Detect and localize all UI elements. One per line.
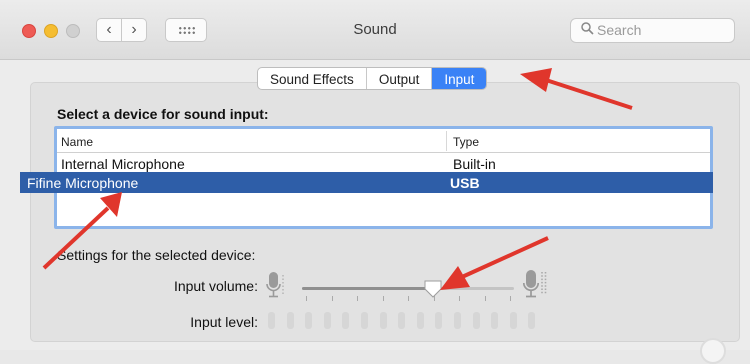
level-segment: [509, 312, 517, 329]
level-segment: [416, 312, 424, 329]
slider-tick: [510, 296, 511, 301]
level-segment: [528, 312, 536, 329]
search-icon: [581, 22, 594, 38]
slider-tick: [459, 296, 460, 301]
slider-tick: [408, 296, 409, 301]
level-segment: [286, 312, 294, 329]
microphone-low-icon: [266, 271, 288, 306]
microphone-high-icon: [522, 269, 549, 306]
tab-input[interactable]: Input: [432, 68, 487, 89]
grid-icon: [178, 26, 196, 35]
tab-sound-effects[interactable]: Sound Effects: [258, 68, 367, 89]
back-button[interactable]: ‹: [96, 18, 122, 42]
close-window-button[interactable]: [22, 24, 36, 38]
device-list-heading: Select a device for sound input:: [57, 106, 269, 122]
level-segment: [472, 312, 480, 329]
device-type: Built-in: [453, 156, 496, 172]
help-button[interactable]: [700, 338, 726, 364]
tab-bar: Sound Effects Output Input: [257, 67, 488, 90]
slider-tick: [331, 296, 333, 301]
table-header: Name Type: [57, 129, 710, 153]
column-header-type[interactable]: Type: [453, 135, 479, 149]
slider-fill: [302, 287, 434, 290]
show-all-button[interactable]: [165, 18, 207, 42]
column-divider: [446, 131, 447, 151]
settings-heading: Settings for the selected device:: [57, 247, 256, 263]
table-row-selected[interactable]: Fifine Microphone USB: [20, 172, 713, 193]
zoom-window-button[interactable]: [66, 24, 80, 38]
search-field[interactable]: [570, 18, 735, 43]
input-volume-label: Input volume:: [173, 278, 258, 294]
titlebar: ‹ › Sound: [0, 0, 750, 60]
sound-preferences-window: ‹ › Sound Sound Effects Output Input Sel…: [0, 0, 750, 364]
slider-knob[interactable]: [423, 279, 443, 299]
device-name: Fifine Microphone: [27, 175, 139, 191]
level-segment: [379, 312, 387, 329]
column-header-name[interactable]: Name: [61, 135, 93, 149]
chevron-right-icon: ›: [131, 21, 137, 38]
input-volume-slider[interactable]: [302, 287, 514, 290]
level-segment: [435, 312, 443, 329]
slider-tick: [382, 296, 384, 301]
level-segment: [454, 312, 461, 329]
level-segment: [491, 312, 499, 329]
minimize-window-button[interactable]: [44, 24, 58, 38]
level-segment: [268, 312, 275, 329]
input-level-label: Input level:: [190, 314, 258, 330]
level-segment: [361, 312, 368, 329]
forward-button[interactable]: ›: [121, 18, 147, 42]
level-segment: [398, 312, 406, 329]
tab-output[interactable]: Output: [367, 68, 433, 89]
level-segment: [342, 312, 350, 329]
chevron-left-icon: ‹: [106, 21, 112, 38]
level-segment: [323, 312, 331, 329]
device-name: Internal Microphone: [61, 156, 185, 172]
slider-tick: [306, 296, 307, 301]
device-type: USB: [450, 175, 480, 191]
search-input[interactable]: [597, 22, 727, 38]
slider-tick: [357, 296, 358, 301]
level-segment: [305, 312, 313, 329]
slider-tick: [484, 296, 486, 301]
